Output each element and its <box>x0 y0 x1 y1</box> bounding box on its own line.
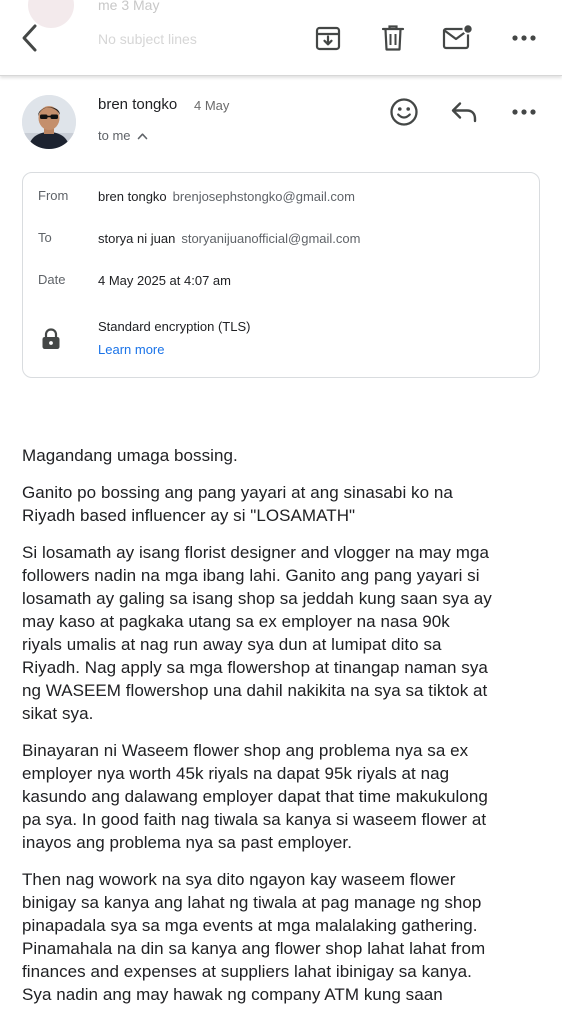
chevron-up-icon <box>137 132 147 139</box>
date-value: 4 May 2025 at 4:07 am <box>98 273 231 288</box>
recipient-toggle[interactable]: to me <box>98 128 148 143</box>
to-label: To <box>38 230 52 245</box>
previous-message-sender: me 3 May <box>98 0 160 13</box>
reply-icon <box>451 102 477 123</box>
to-value: storya ni juan storyanijuanofficial@gmail… <box>98 231 360 246</box>
more-options-button[interactable] <box>506 20 542 56</box>
reply-button[interactable] <box>444 92 484 132</box>
body-paragraph-4: Binayaran ni Waseem flower shop ang prob… <box>22 741 488 852</box>
mark-unread-icon <box>442 24 474 50</box>
previous-message-snippet: No subject lines <box>98 31 197 47</box>
sender-avatar[interactable] <box>22 95 76 149</box>
from-name: bren tongko <box>98 189 167 204</box>
delete-button[interactable] <box>375 20 411 56</box>
body-paragraph-1: Magandang umaga bossing. <box>22 446 238 465</box>
message-details-card: From bren tongko brenjosephstongko@gmail.… <box>22 172 540 378</box>
top-toolbar: me 3 May No subject lines <box>0 0 562 76</box>
to-name: storya ni juan <box>98 231 176 246</box>
sender-name[interactable]: bren tongko <box>98 96 177 113</box>
more-icon <box>512 35 536 41</box>
from-value: bren tongko brenjosephstongko@gmail.com <box>98 189 355 204</box>
mark-unread-button[interactable] <box>440 20 476 56</box>
back-icon <box>22 24 37 52</box>
react-emoji-button[interactable] <box>384 92 424 132</box>
encryption-text: Standard encryption (TLS) <box>98 319 251 334</box>
smiley-icon <box>390 98 418 126</box>
more-icon <box>512 109 536 115</box>
avatar-photo <box>22 95 76 149</box>
body-paragraph-2: Ganito po bossing ang pang yayari at ang… <box>22 483 453 525</box>
lock-icon <box>41 328 61 355</box>
date-label: Date <box>38 272 66 287</box>
to-email[interactable]: storyanijuanofficial@gmail.com <box>181 231 360 246</box>
message-more-button[interactable] <box>504 92 544 132</box>
from-label: From <box>38 188 69 203</box>
recipient-summary: to me <box>98 128 131 143</box>
message-date: 4 May <box>194 98 230 113</box>
body-paragraph-5: Then nag wowork na sya dito ngayon kay w… <box>22 870 486 1004</box>
archive-icon <box>315 26 341 51</box>
back-button[interactable] <box>12 20 48 56</box>
from-email[interactable]: brenjosephstongko@gmail.com <box>173 189 355 204</box>
trash-icon <box>381 25 405 51</box>
body-paragraph-3: Si losamath ay isang florist designer an… <box>22 543 492 723</box>
archive-button[interactable] <box>310 20 346 56</box>
message-body: Magandang umaga bossing. Ganito po bossi… <box>22 444 546 1020</box>
learn-more-link[interactable]: Learn more <box>98 342 164 357</box>
